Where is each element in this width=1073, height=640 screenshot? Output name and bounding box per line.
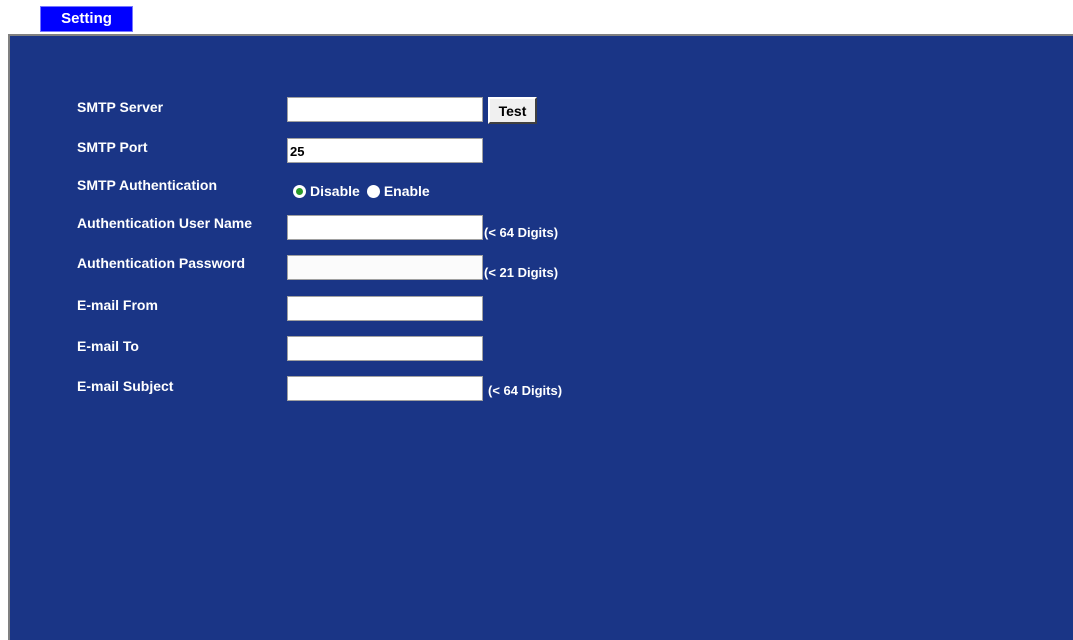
auth-password-label: Authentication Password (77, 255, 246, 271)
smtp-server-label: SMTP Server (77, 99, 164, 115)
auth-disable-label: Disable (310, 183, 360, 199)
test-button[interactable]: Test (488, 97, 537, 124)
smtp-server-input[interactable] (287, 97, 483, 122)
smtp-port-input[interactable] (287, 138, 483, 163)
smtp-authentication-label: SMTP Authentication (77, 177, 217, 193)
settings-panel (8, 34, 1073, 640)
radio-checked-icon[interactable] (293, 184, 306, 198)
email-subject-label: E-mail Subject (77, 378, 174, 394)
email-from-label: E-mail From (77, 297, 158, 313)
radio-unchecked-icon[interactable] (366, 184, 380, 198)
auth-disable-option[interactable]: Disable (293, 183, 360, 199)
auth-password-input[interactable] (287, 255, 483, 280)
smtp-authentication-radio-group: Disable Enable (293, 182, 437, 200)
email-to-input[interactable] (287, 336, 483, 361)
auth-enable-option[interactable]: Enable (366, 183, 430, 199)
email-subject-hint: (< 64 Digits) (488, 383, 563, 398)
email-from-input[interactable] (287, 296, 483, 321)
tab-setting[interactable]: Setting (40, 6, 133, 32)
email-to-label: E-mail To (77, 338, 139, 354)
smtp-port-label: SMTP Port (77, 139, 148, 155)
auth-password-hint: (< 21 Digits) (484, 265, 559, 280)
auth-user-name-label: Authentication User Name (77, 215, 253, 231)
auth-user-name-hint: (< 64 Digits) (484, 225, 559, 240)
auth-enable-label: Enable (383, 183, 430, 199)
auth-user-name-input[interactable] (287, 215, 483, 240)
email-subject-input[interactable] (287, 376, 483, 401)
